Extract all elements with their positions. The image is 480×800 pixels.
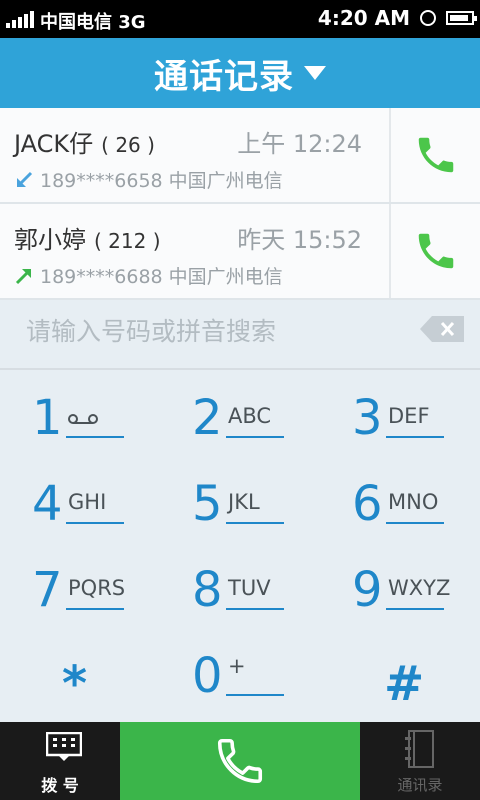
dropdown-arrow-icon xyxy=(304,66,326,80)
key-underline xyxy=(226,608,284,610)
key-letters: MNO xyxy=(388,490,439,514)
key-digit: 4 xyxy=(32,476,63,532)
key-digit: 7 xyxy=(32,562,63,618)
key-letters: TUV xyxy=(228,576,271,600)
key-digit: 6 xyxy=(352,476,383,532)
search-input[interactable]: 请输入号码或拼音搜索 xyxy=(26,312,276,348)
key-underline xyxy=(66,436,124,438)
search-bar: 请输入号码或拼音搜索 xyxy=(0,296,480,370)
key-3[interactable]: 3 DEF xyxy=(352,382,480,468)
call-number-info: 189****6688 中国广州电信 xyxy=(40,266,283,288)
dial-pad: 1 2 ABC 3 DEF 4 GHI 5 JKL 6 MNO 7 PQRS 8… xyxy=(0,370,480,722)
backspace-icon[interactable] xyxy=(420,316,464,342)
key-digit: 8 xyxy=(192,562,223,618)
call-button[interactable] xyxy=(391,204,480,298)
call-time: 上午 12:24 xyxy=(237,130,362,158)
page-title: 通话记录 xyxy=(154,56,294,97)
key-4[interactable]: 4 GHI xyxy=(32,468,172,554)
bottom-bar: 拨 号 通讯录 xyxy=(0,722,480,800)
tab-contacts[interactable]: 通讯录 xyxy=(360,722,480,800)
call-button[interactable] xyxy=(120,722,360,800)
key-digit: 3 xyxy=(352,390,383,446)
key-digit: 9 xyxy=(352,562,383,618)
key-letters: JKL xyxy=(228,490,260,514)
call-count: ( 212 ) xyxy=(94,229,161,253)
alarm-icon xyxy=(420,10,436,26)
key-1[interactable]: 1 xyxy=(32,382,172,468)
key-underline xyxy=(66,608,124,610)
key-2[interactable]: 2 ABC xyxy=(192,382,332,468)
key-letters: PQRS xyxy=(68,576,126,600)
key-underline xyxy=(66,522,124,524)
phone-icon xyxy=(418,233,453,269)
tab-contacts-label: 通讯录 xyxy=(397,776,443,794)
carrier-label: 中国电信 3G xyxy=(40,12,146,33)
status-bar: 中国电信 3G 4:20 AM xyxy=(0,0,480,38)
contact-name: JACK仔( 26 ) xyxy=(14,130,155,158)
key-underline xyxy=(386,436,444,438)
key-underline xyxy=(226,436,284,438)
key-letters: + xyxy=(228,654,246,678)
key-5[interactable]: 5 JKL xyxy=(192,468,332,554)
call-number-info: 189****6658 中国广州电信 xyxy=(40,170,283,192)
call-log-item[interactable]: JACK仔( 26 ) 上午 12:24 189****6658 中国广州电信 xyxy=(0,108,480,204)
call-button[interactable] xyxy=(391,108,480,202)
dialpad-icon xyxy=(46,732,82,761)
key-letters: ABC xyxy=(228,404,272,428)
contacts-book-icon xyxy=(405,730,434,768)
call-log-list: JACK仔( 26 ) 上午 12:24 189****6658 中国广州电信 … xyxy=(0,108,480,300)
tab-dialpad[interactable]: 拨 号 xyxy=(0,722,120,800)
key-digit: # xyxy=(384,656,425,712)
phone-icon xyxy=(217,738,263,784)
incoming-call-icon xyxy=(17,171,33,187)
key-underline xyxy=(226,694,284,696)
call-time: 昨天 15:52 xyxy=(237,226,362,254)
call-count: ( 26 ) xyxy=(101,133,155,157)
battery-icon xyxy=(446,11,477,25)
key-letters: WXYZ xyxy=(388,576,451,600)
key-underline xyxy=(386,608,444,610)
key-underline xyxy=(386,522,444,524)
key-letters: DEF xyxy=(388,404,430,428)
call-log-item[interactable]: 郭小婷( 212 ) 昨天 15:52 189****6688 中国广州电信 xyxy=(0,204,480,300)
signal-icon xyxy=(6,11,34,28)
key-hash[interactable]: # xyxy=(384,640,480,726)
phone-icon xyxy=(418,137,453,173)
key-underline xyxy=(226,522,284,524)
key-6[interactable]: 6 MNO xyxy=(352,468,480,554)
tab-dialpad-label: 拨 号 xyxy=(41,776,79,795)
header-dropdown[interactable]: 通话记录 xyxy=(0,38,480,108)
key-7[interactable]: 7 PQRS xyxy=(32,554,172,640)
key-9[interactable]: 9 WXYZ xyxy=(352,554,480,640)
key-digit: 5 xyxy=(192,476,223,532)
voicemail-icon xyxy=(68,414,98,424)
contact-name: 郭小婷( 212 ) xyxy=(14,226,161,254)
outgoing-call-icon xyxy=(15,269,31,285)
key-8[interactable]: 8 TUV xyxy=(192,554,332,640)
key-digit: 1 xyxy=(32,390,63,446)
key-digit: * xyxy=(62,656,88,712)
key-digit: 2 xyxy=(192,390,223,446)
clock: 4:20 AM xyxy=(317,6,410,30)
key-0[interactable]: 0 + xyxy=(192,640,332,726)
key-digit: 0 xyxy=(192,648,223,704)
key-letters: GHI xyxy=(68,490,107,514)
key-star[interactable]: * xyxy=(62,640,202,726)
